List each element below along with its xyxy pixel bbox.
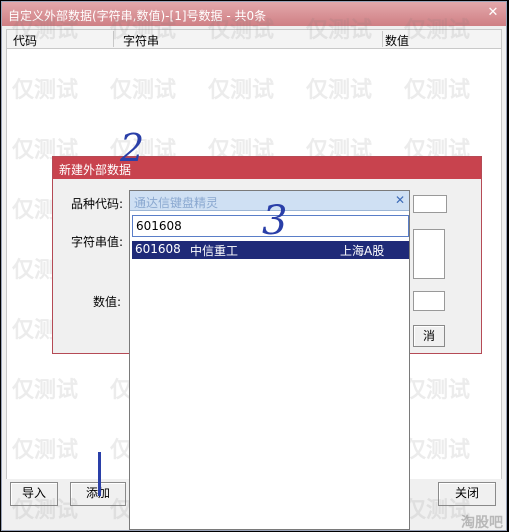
string-value-label: 字符串值: — [71, 235, 124, 249]
column-header-value[interactable]: 数值 — [385, 32, 409, 49]
cancel-button[interactable]: 消 — [413, 325, 445, 347]
import-button[interactable]: 导入 — [10, 482, 58, 506]
annotation-number: 2 — [120, 126, 145, 170]
title-bar: 自定义外部数据(字符串,数值)-[1]号数据 - 共0条 ✕ — [2, 2, 506, 26]
annotation-stroke — [98, 452, 101, 496]
result-name: 中信重工 — [190, 244, 239, 258]
annotation-number: 3 — [262, 198, 288, 244]
column-divider[interactable] — [113, 31, 114, 47]
column-divider[interactable] — [382, 31, 383, 47]
value-label: 数值: — [93, 295, 122, 309]
code-label: 品种代码: — [71, 197, 124, 211]
window-title: 自定义外部数据(字符串,数值)-[1]号数据 - 共0条 — [8, 9, 267, 23]
code-input[interactable] — [413, 195, 447, 213]
close-button[interactable]: 关闭 — [438, 482, 496, 506]
result-market: 上海A股 — [340, 244, 385, 258]
close-icon[interactable]: ✕ — [486, 6, 500, 20]
column-header-string[interactable]: 字符串 — [123, 32, 159, 49]
column-header-code[interactable]: 代码 — [13, 32, 37, 49]
search-input-value: 601608 — [136, 219, 182, 233]
string-value-input[interactable] — [413, 229, 445, 279]
result-code: 601608 — [135, 242, 181, 256]
dialog-title-bar: 新建外部数据 — [53, 157, 481, 179]
watermark-logo: 淘股吧 — [461, 515, 503, 531]
value-input[interactable] — [413, 291, 445, 311]
close-icon[interactable]: ✕ — [395, 193, 405, 207]
popup-title: 通达信键盘精灵 — [134, 196, 219, 210]
table-header: 代码 字符串 数值 — [6, 29, 502, 49]
